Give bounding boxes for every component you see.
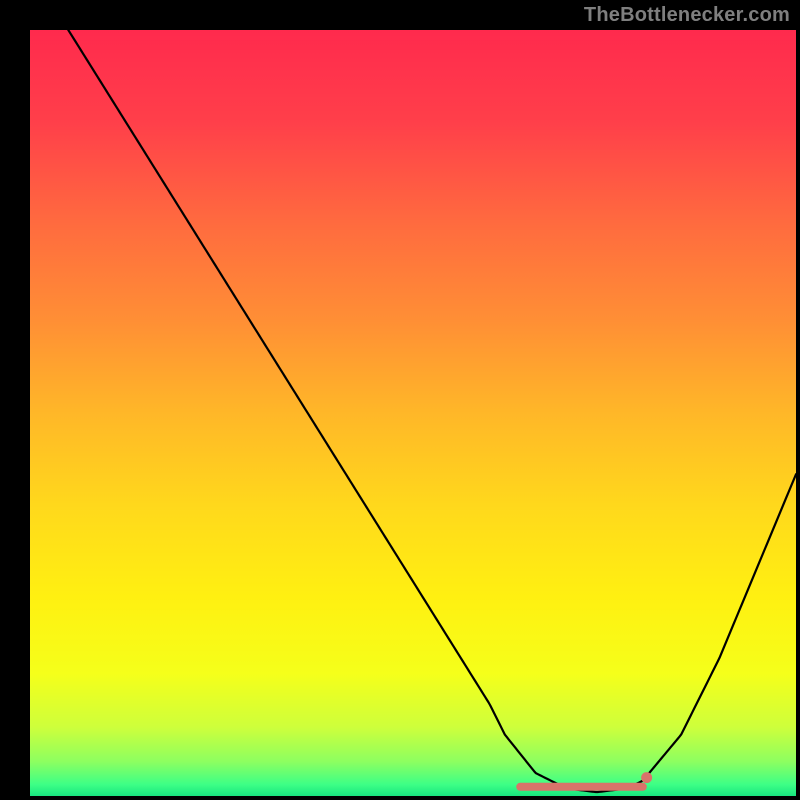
optimal-point-marker <box>641 772 652 783</box>
bottleneck-chart <box>0 0 800 800</box>
gradient-background <box>30 30 796 796</box>
chart-container: TheBottlenecker.com <box>0 0 800 800</box>
